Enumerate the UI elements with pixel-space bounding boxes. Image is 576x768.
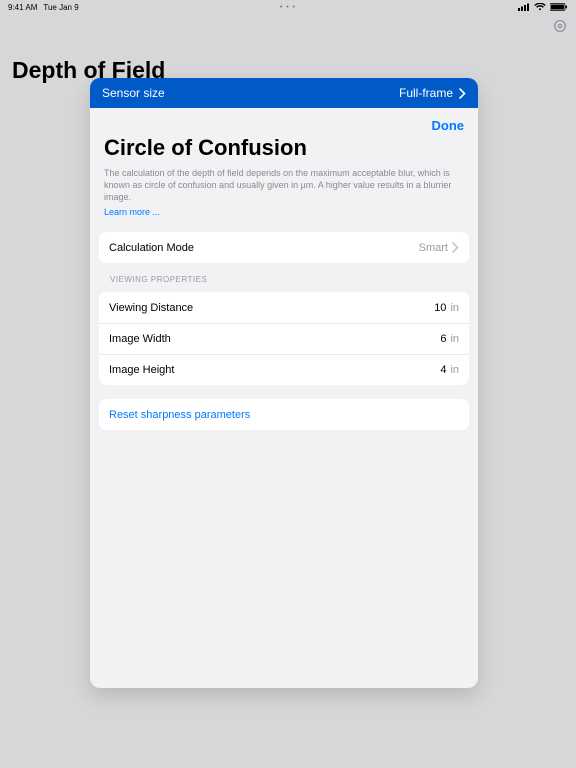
- learn-more-link[interactable]: Learn more ...: [90, 203, 478, 227]
- viewing-distance-label: Viewing Distance: [109, 302, 193, 314]
- viewing-distance-value: 10: [434, 302, 446, 314]
- viewing-properties-heading: VIEWING PROPERTIES: [110, 275, 458, 284]
- status-indicators: [518, 3, 568, 11]
- modal-title: Circle of Confusion: [90, 135, 478, 167]
- calculation-mode-label: Calculation Mode: [109, 242, 194, 254]
- sensor-size-row[interactable]: Sensor size Full-frame: [90, 78, 478, 108]
- circle-of-confusion-sheet: Sensor size Full-frame Done Circle of Co…: [90, 78, 478, 688]
- done-button[interactable]: Done: [432, 118, 465, 133]
- viewing-properties-group: Viewing Distance 10 in Image Width 6 in Im…: [99, 292, 469, 385]
- image-height-unit: in: [450, 364, 459, 376]
- image-width-label: Image Width: [109, 333, 171, 345]
- reset-sharpness-row[interactable]: Reset sharpness parameters: [99, 399, 469, 430]
- wifi-icon: [534, 3, 546, 11]
- signal-icon: [518, 3, 530, 11]
- chevron-right-icon: [452, 242, 459, 253]
- status-bar: 9:41 AM Tue Jan 9 • • •: [0, 0, 576, 14]
- settings-icon[interactable]: [552, 18, 568, 39]
- image-width-row[interactable]: Image Width 6 in: [99, 323, 469, 354]
- image-width-value: 6: [434, 333, 446, 345]
- calculation-mode-value: Smart: [419, 242, 448, 254]
- modal-description: The calculation of the depth of field de…: [90, 167, 478, 203]
- reset-group: Reset sharpness parameters: [99, 399, 469, 430]
- image-height-row[interactable]: Image Height 4 in: [99, 354, 469, 385]
- status-time: 9:41 AM: [8, 3, 37, 12]
- sensor-size-label: Sensor size: [102, 86, 165, 100]
- calculation-mode-group: Calculation Mode Smart: [99, 232, 469, 263]
- image-height-value: 4: [434, 364, 446, 376]
- status-dots: • • •: [280, 4, 296, 11]
- image-width-unit: in: [450, 333, 459, 345]
- viewing-distance-unit: in: [450, 302, 459, 314]
- calculation-mode-row[interactable]: Calculation Mode Smart: [99, 232, 469, 263]
- image-height-label: Image Height: [109, 364, 174, 376]
- battery-icon: [550, 3, 568, 11]
- chevron-right-icon: [459, 88, 466, 99]
- sensor-size-value: Full-frame: [399, 86, 453, 100]
- reset-sharpness-label: Reset sharpness parameters: [109, 409, 250, 421]
- viewing-distance-row[interactable]: Viewing Distance 10 in: [99, 292, 469, 323]
- status-date: Tue Jan 9: [43, 3, 78, 12]
